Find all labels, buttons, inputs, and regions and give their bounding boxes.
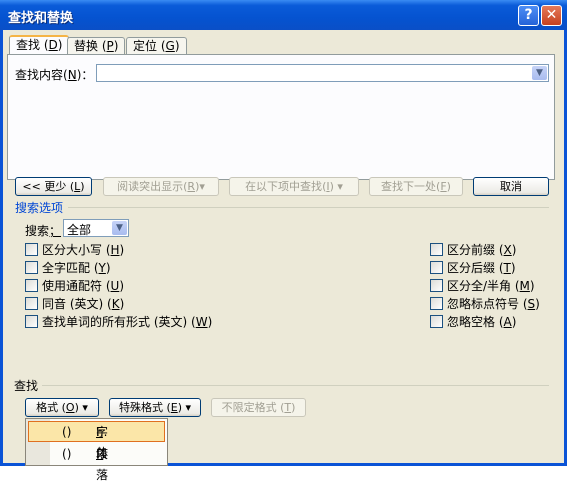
wildcards-label: 使用通配符 (U) — [42, 279, 124, 293]
whole-word-label: 全字匹配 (Y) — [42, 261, 111, 275]
dropdown-arrow-icon: ▾ — [199, 180, 205, 193]
dropdown-arrow-icon: ▾ — [337, 180, 343, 193]
find-in-button[interactable]: 在以下项中查找(I) ▾ — [229, 177, 359, 196]
match-prefix-label: 区分前缀 (X) — [447, 243, 517, 257]
ignore-whitespace-label: 忽略空格 (A) — [447, 315, 517, 329]
cancel-button[interactable]: 取消 — [473, 177, 549, 196]
ignore-punctuation-checkbox[interactable] — [430, 297, 443, 310]
find-what-label: 查找内容(N)： — [15, 68, 94, 82]
match-width-label: 区分全/半角 (M) — [447, 279, 535, 293]
sounds-like-checkbox[interactable] — [25, 297, 38, 310]
ignore-whitespace-checkbox[interactable] — [430, 315, 443, 328]
find-next-button[interactable]: 查找下一处(F) — [369, 177, 463, 196]
title-bar[interactable]: 查找和替换 ? ✕ — [0, 0, 567, 30]
find-section-title: 查找 — [14, 379, 39, 393]
divider — [42, 385, 549, 386]
divider — [68, 207, 549, 208]
wildcards-checkbox[interactable] — [25, 279, 38, 292]
match-suffix-checkbox[interactable] — [430, 261, 443, 274]
dropdown-arrow-icon: ▾ — [82, 401, 88, 414]
chevron-down-icon[interactable]: ▼ — [532, 66, 547, 80]
search-options-title: 搜索选项 — [15, 201, 64, 215]
chevron-down-icon[interactable]: ▼ — [112, 221, 127, 235]
match-suffix-label: 区分后缀 (T) — [447, 261, 516, 275]
no-formatting-button[interactable]: 不限定格式 (T) — [211, 398, 306, 417]
help-icon: ? — [524, 7, 533, 23]
whole-word-checkbox[interactable] — [25, 261, 38, 274]
all-word-forms-label: 查找单词的所有形式 (英文) (W) — [42, 315, 213, 329]
match-case-label: 区分大小写 (H) — [42, 243, 125, 257]
match-case-checkbox[interactable] — [25, 243, 38, 256]
search-direction-value: 全部 — [67, 223, 92, 237]
search-direction-select[interactable]: 全部 ▼ — [63, 219, 129, 237]
search-direction-label: 搜索； — [25, 224, 62, 238]
close-icon: ✕ — [545, 7, 558, 23]
find-what-combo[interactable]: ▼ — [96, 64, 549, 82]
match-prefix-checkbox[interactable] — [430, 243, 443, 256]
reading-highlight-button[interactable]: 阅读突出显示(R)▾ — [103, 177, 219, 196]
all-word-forms-checkbox[interactable] — [25, 315, 38, 328]
dropdown-arrow-icon: ▾ — [185, 401, 192, 414]
special-format-button[interactable]: 特殊格式 (E) ▾ — [109, 398, 201, 417]
match-width-checkbox[interactable] — [430, 279, 443, 292]
less-button[interactable]: << 更少 (L) — [15, 177, 92, 196]
close-button[interactable]: ✕ — [541, 5, 562, 26]
tab-find[interactable]: 查找 (D) — [9, 35, 70, 56]
menu-item-paragraph[interactable]: 段落(P)... — [28, 444, 165, 482]
help-button[interactable]: ? — [518, 5, 539, 26]
window-title: 查找和替换 — [8, 11, 74, 26]
menu-item-font[interactable]: 字体(F)... — [28, 421, 165, 460]
format-menu: 字体(F)... 段落(P)... — [25, 418, 168, 482]
ignore-punctuation-label: 忽略标点符号 (S) — [447, 297, 540, 311]
format-button[interactable]: 格式 (O) ▾ — [25, 398, 99, 417]
sounds-like-label: 同音 (英文) (K) — [42, 297, 125, 311]
